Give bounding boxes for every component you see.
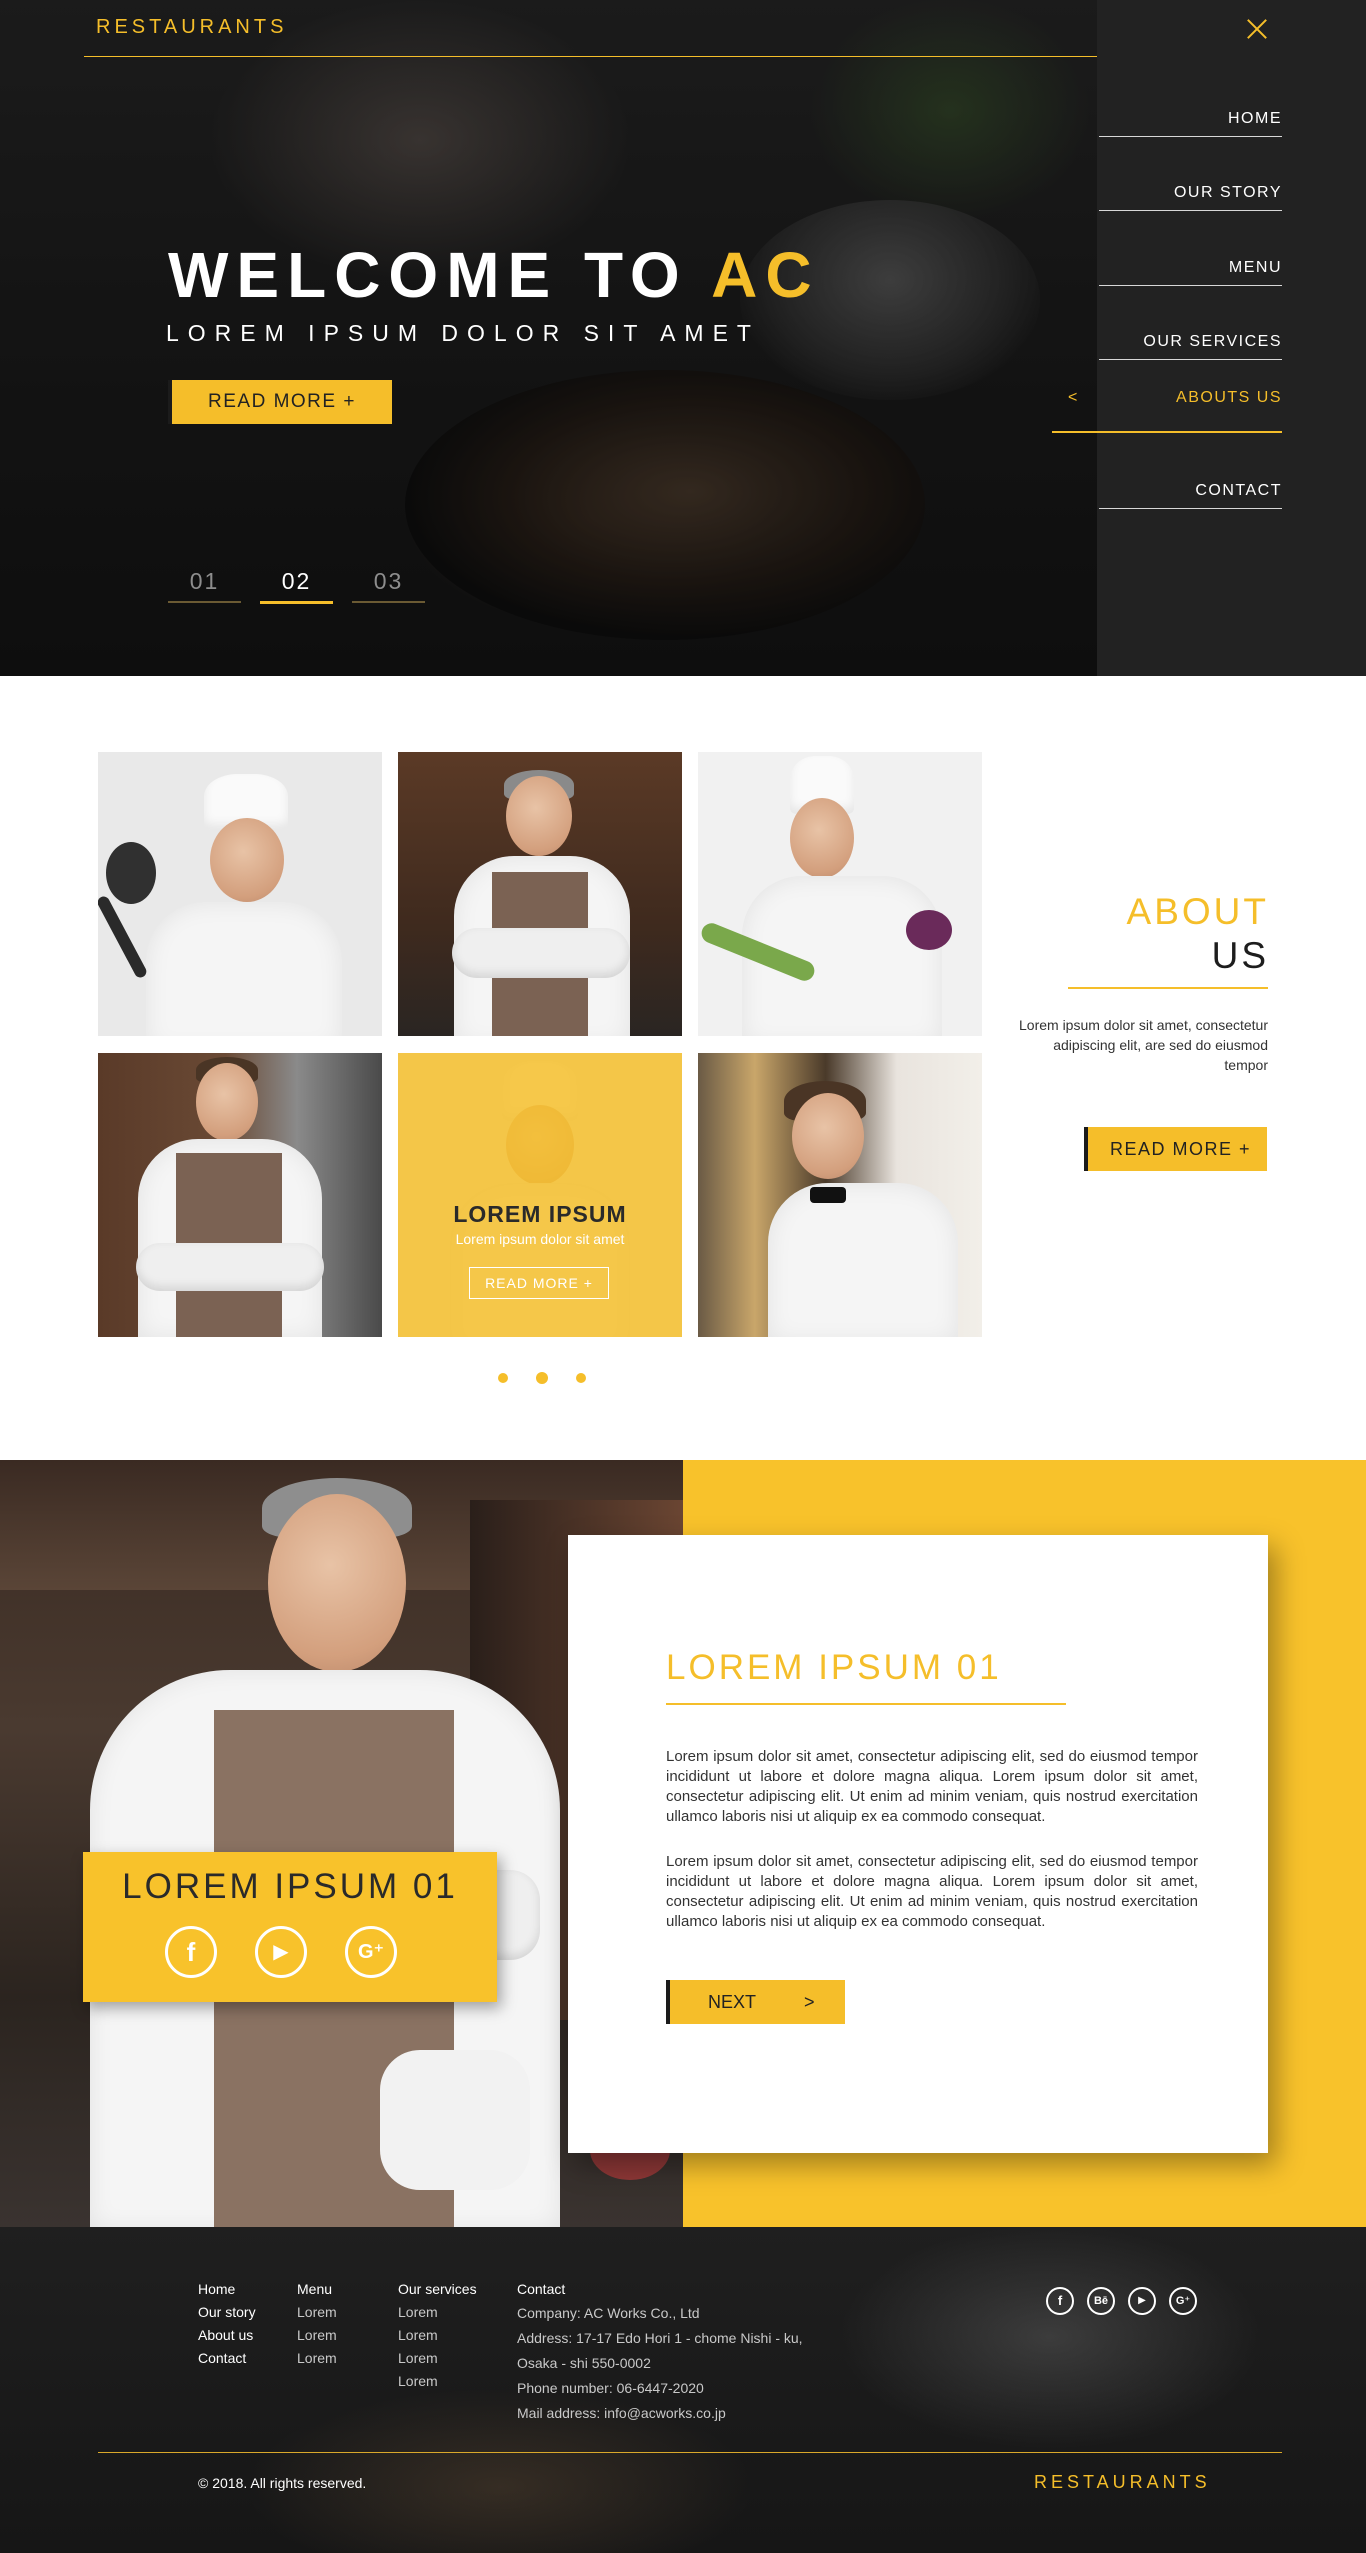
footer: Home Our story About us Contact Menu Lor…: [0, 2227, 1366, 2553]
footer-link-contact[interactable]: Contact: [198, 2347, 256, 2370]
slide-indicator-03[interactable]: 03: [352, 568, 425, 603]
about-read-more-button[interactable]: READ MORE +: [1084, 1127, 1267, 1171]
hero-subtitle: LOREM IPSUM DOLOR SIT AMET: [166, 320, 760, 346]
nav-item-label: CONTACT: [1195, 482, 1282, 499]
hero-read-more-button[interactable]: READ MORE +: [168, 380, 392, 424]
about-title: ABOUT US: [1127, 890, 1269, 978]
footer-services-link[interactable]: Lorem: [398, 2370, 477, 2393]
hero-title-accent: AC: [711, 239, 820, 311]
hero-section: RESTAURANTS HOME OUR STORY MENU OUR SERV…: [0, 0, 1366, 676]
facebook-icon[interactable]: f: [165, 1926, 217, 1978]
footer-services-header[interactable]: Our services: [398, 2278, 477, 2301]
footer-col-nav: Home Our story About us Contact: [198, 2278, 256, 2370]
hero-title-main: WELCOME TO: [168, 239, 712, 311]
chef-banner-title: LOREM IPSUM 01: [122, 1867, 458, 1906]
behance-icon[interactable]: Bē: [1087, 2287, 1115, 2315]
nav-item-label: MENU: [1228, 259, 1282, 276]
nav-item-label: OUR STORY: [1173, 184, 1282, 201]
chef-photo-4: [98, 1053, 382, 1337]
footer-email: Mail address: info@acworks.co.jp: [517, 2405, 726, 2421]
overlay-card: LOREM IPSUM Lorem ipsum dolor sit amet R…: [398, 1053, 682, 1337]
about-title-line2: US: [1211, 935, 1269, 976]
about-title-line1: ABOUT: [1126, 891, 1269, 932]
nav-item-label: ABOUTS US: [1176, 389, 1282, 406]
nav-item-our-story[interactable]: OUR STORY: [1099, 184, 1282, 211]
copyright: © 2018. All rights reserved.: [198, 2475, 367, 2491]
footer-menu-link[interactable]: Lorem: [297, 2347, 337, 2370]
overlay-title: LOREM IPSUM: [453, 1201, 627, 1227]
chef-photo-3: [698, 752, 982, 1036]
footer-link-home[interactable]: Home: [198, 2278, 256, 2301]
footer-address-line2: Osaka - shi 550-0002: [517, 2355, 651, 2371]
play-icon[interactable]: ▶: [255, 1926, 307, 1978]
footer-col-contact: Contact Company: AC Works Co., Ltd Addre…: [517, 2278, 803, 2426]
play-icon[interactable]: ▶: [1128, 2287, 1156, 2315]
footer-link-our-story[interactable]: Our story: [198, 2301, 256, 2324]
nav-item-abouts-us[interactable]: < ABOUTS US: [1052, 389, 1282, 433]
nav-item-label: HOME: [1228, 110, 1282, 127]
footer-services-link[interactable]: Lorem: [398, 2301, 477, 2324]
feature-paragraph-1: Lorem ipsum dolor sit amet, consectetur …: [666, 1748, 1198, 1825]
slide-indicator-01[interactable]: 01: [168, 568, 241, 603]
google-plus-icon[interactable]: G⁺: [345, 1926, 397, 1978]
chevron-right-icon: >: [804, 1992, 815, 2012]
about-text: Lorem ipsum dolor sit amet, consectetur …: [1019, 1017, 1268, 1073]
nav-item-contact[interactable]: CONTACT: [1099, 482, 1282, 509]
footer-col-menu: Menu Lorem Lorem Lorem: [297, 2278, 337, 2370]
chef-photo-1: [98, 752, 382, 1036]
chef-photo-5-overlay-card[interactable]: LOREM IPSUM Lorem ipsum dolor sit amet R…: [398, 1053, 682, 1337]
facebook-icon[interactable]: f: [1046, 2287, 1074, 2315]
google-plus-icon[interactable]: G⁺: [1169, 2287, 1197, 2315]
nav-item-menu[interactable]: MENU: [1099, 259, 1282, 286]
slide-indicator-02[interactable]: 02: [260, 568, 333, 604]
chevron-left-icon: <: [1068, 389, 1079, 406]
feature-card-divider: [666, 1703, 1066, 1705]
footer-contact-header: Contact: [517, 2281, 566, 2297]
footer-brand-logo[interactable]: RESTAURANTS: [1034, 2472, 1211, 2493]
chef-banner: LOREM IPSUM 01 f ▶ G⁺: [83, 1852, 497, 2002]
footer-link-about-us[interactable]: About us: [198, 2324, 256, 2347]
feature-card-title: LOREM IPSUM 01: [666, 1648, 1002, 1687]
footer-menu-link[interactable]: Lorem: [297, 2301, 337, 2324]
next-button[interactable]: NEXT >: [666, 1980, 845, 2024]
pagination-dot-3[interactable]: [576, 1373, 586, 1383]
pagination-dot-1[interactable]: [498, 1373, 508, 1383]
overlay-read-more-button[interactable]: READ MORE +: [469, 1267, 609, 1299]
footer-menu-header[interactable]: Menu: [297, 2278, 337, 2301]
footer-services-link[interactable]: Lorem: [398, 2324, 477, 2347]
overlay-subtitle: Lorem ipsum dolor sit amet: [455, 1231, 625, 1247]
footer-address-line1: Address: 17-17 Edo Hori 1 - chome Nishi …: [517, 2330, 803, 2346]
brand-logo[interactable]: RESTAURANTS: [96, 16, 287, 39]
footer-services-link[interactable]: Lorem: [398, 2347, 477, 2370]
close-icon[interactable]: [1244, 16, 1270, 42]
about-divider: [1068, 987, 1268, 989]
chef-photo-2: [398, 752, 682, 1036]
next-button-label: NEXT: [708, 1992, 757, 2012]
footer-divider: [98, 2452, 1282, 2453]
footer-menu-link[interactable]: Lorem: [297, 2324, 337, 2347]
nav-item-home[interactable]: HOME: [1099, 110, 1282, 137]
hero-title: WELCOME TO AC: [168, 238, 820, 312]
nav-item-our-services[interactable]: OUR SERVICES: [1099, 333, 1282, 360]
feature-card: LOREM IPSUM 01 Lorem ipsum dolor sit ame…: [568, 1535, 1268, 2153]
nav-item-label: OUR SERVICES: [1143, 333, 1282, 350]
chef-photo-6: [698, 1053, 982, 1337]
pagination-dot-2[interactable]: [536, 1372, 548, 1384]
footer-company: Company: AC Works Co., Ltd: [517, 2305, 700, 2321]
footer-col-services: Our services Lorem Lorem Lorem Lorem: [398, 2278, 477, 2393]
feature-paragraph-2: Lorem ipsum dolor sit amet, consectetur …: [666, 1853, 1198, 1930]
footer-phone: Phone number: 06-6447-2020: [517, 2380, 704, 2396]
